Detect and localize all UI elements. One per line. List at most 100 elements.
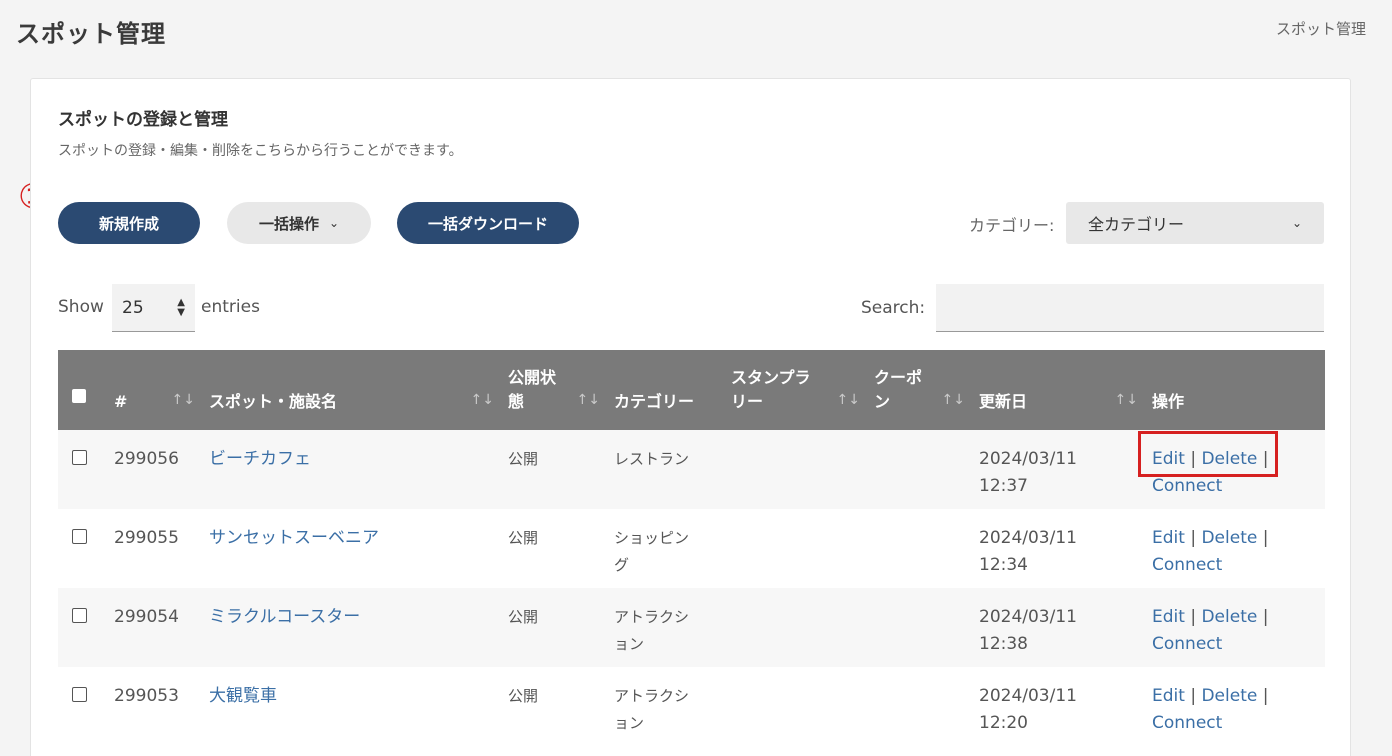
column-header-label: 更新日	[979, 392, 1028, 411]
chevron-down-icon: ⌄	[328, 216, 340, 230]
spot-name-link[interactable]: ミラクルコースター	[209, 607, 360, 627]
row-category-line: ショッピン	[614, 529, 690, 547]
column-header-status[interactable]: 公開状態 ↑↓	[508, 350, 614, 430]
row-status: 公開	[508, 687, 539, 705]
column-header-name[interactable]: スポット・施設名 ↑↓	[209, 350, 508, 430]
breadcrumb[interactable]: スポット管理	[1276, 18, 1366, 39]
category-filter-value: 全カテゴリー	[1088, 215, 1185, 234]
row-time: 12:34	[979, 555, 1028, 575]
separator: |	[1190, 528, 1197, 548]
column-header-label-line2: ン	[874, 392, 891, 411]
row-category: アトラクシ ョン	[614, 667, 731, 746]
connect-link[interactable]: Connect	[1152, 476, 1222, 496]
connect-link[interactable]: Connect	[1152, 634, 1222, 654]
row-category: アトラクシ ョン	[614, 588, 731, 667]
separator: |	[1190, 607, 1197, 627]
spot-table: # ↑↓ スポット・施設名 ↑↓ 公開状態 ↑↓ カテゴリー スタンプラリー ↑↓ クー…	[58, 350, 1325, 746]
connect-link[interactable]: Connect	[1152, 555, 1222, 575]
row-actions: Edit | Delete | Connect	[1152, 509, 1325, 588]
bulk-operation-button[interactable]: 一括操作 ⌄	[227, 202, 371, 244]
row-actions: Edit | Delete | Connect	[1152, 588, 1325, 667]
page-size-value: 25	[122, 297, 144, 318]
card-description: スポットの登録・編集・削除をこちらから行うことができます。	[58, 143, 463, 159]
row-id: 299053	[114, 686, 179, 706]
page-size-select[interactable]: 25 ▲ ▼	[112, 284, 195, 332]
bulk-download-button[interactable]: 一括ダウンロード	[397, 202, 579, 244]
row-updated: 2024/03/11 12:20	[979, 667, 1152, 746]
select-all-cell	[58, 350, 114, 430]
row-category: ショッピング	[614, 509, 731, 588]
separator: |	[1262, 607, 1269, 627]
column-header-stamp-rally[interactable]: スタンプラリー ↑↓	[731, 350, 874, 430]
sort-icon: ↑↓	[941, 392, 965, 408]
row-checkbox[interactable]	[72, 608, 87, 623]
table-header-row: # ↑↓ スポット・施設名 ↑↓ 公開状態 ↑↓ カテゴリー スタンプラリー ↑↓ クー…	[58, 350, 1325, 430]
column-header-label-line1: 公開状	[508, 368, 557, 387]
row-category-line: アトラクシ	[614, 687, 690, 705]
edit-link[interactable]: Edit	[1152, 528, 1185, 548]
edit-link[interactable]: Edit	[1152, 686, 1185, 706]
bulk-operation-label: 一括操作	[258, 214, 319, 233]
row-time: 12:20	[979, 713, 1028, 733]
sort-icon: ↑↓	[836, 392, 860, 408]
category-filter-select[interactable]: 全カテゴリー ⌄	[1066, 202, 1324, 244]
search-input[interactable]	[936, 284, 1324, 332]
column-header-category: カテゴリー	[614, 350, 731, 430]
column-header-label-line2: リー	[731, 392, 764, 411]
row-time: 12:38	[979, 634, 1028, 654]
new-spot-button[interactable]: 新規作成	[58, 202, 200, 244]
row-checkbox[interactable]	[72, 529, 87, 544]
row-id: 299054	[114, 607, 179, 627]
table-row: 299055 サンセットスーベニア 公開 ショッピング 2024/03/11 12…	[58, 509, 1325, 588]
row-category-line: ョン	[614, 635, 645, 653]
spot-management-card: スポットの登録と管理 スポットの登録・編集・削除をこちらから行うことができます。…	[30, 78, 1351, 756]
connect-link[interactable]: Connect	[1152, 713, 1222, 733]
column-header-id[interactable]: # ↑↓	[114, 350, 209, 430]
edit-link[interactable]: Edit	[1152, 607, 1185, 627]
row-category-line: アトラクシ	[614, 608, 690, 626]
delete-link[interactable]: Delete	[1201, 686, 1257, 706]
row-date: 2024/03/11	[979, 607, 1077, 627]
column-header-updated[interactable]: 更新日 ↑↓	[979, 350, 1152, 430]
sort-icon: ↑↓	[470, 392, 494, 408]
row-status: 公開	[508, 529, 539, 547]
column-header-label: 操作	[1152, 392, 1185, 411]
row-checkbox[interactable]	[72, 450, 87, 465]
spot-name-link[interactable]: ビーチカフェ	[209, 449, 311, 469]
column-header-label: カテゴリー	[614, 392, 695, 411]
column-header-coupon[interactable]: クーポン ↑↓	[874, 350, 979, 430]
separator: |	[1262, 528, 1269, 548]
row-id: 299055	[114, 528, 179, 548]
column-header-actions: 操作	[1152, 350, 1325, 430]
delete-link[interactable]: Delete	[1201, 528, 1257, 548]
row-date: 2024/03/11	[979, 449, 1077, 469]
delete-link[interactable]: Delete	[1201, 607, 1257, 627]
sort-icon: ↑↓	[171, 392, 195, 408]
chevron-down-icon: ⌄	[1291, 216, 1302, 230]
column-header-label-line1: スタンプラ	[731, 368, 811, 387]
sort-icon: ↑↓	[576, 392, 600, 408]
separator: |	[1262, 686, 1269, 706]
column-header-label-line2: 態	[508, 392, 525, 411]
table-row: 299054 ミラクルコースター 公開 アトラクシ ョン 2024/03/11 12…	[58, 588, 1325, 667]
row-time: 12:37	[979, 476, 1028, 496]
select-all-checkbox[interactable]	[72, 389, 86, 403]
row-date: 2024/03/11	[979, 686, 1077, 706]
separator: |	[1190, 686, 1197, 706]
category-filter-label: カテゴリー:	[969, 216, 1055, 235]
spot-name-link[interactable]: 大観覧車	[209, 686, 277, 706]
row-category: レストラン	[614, 430, 731, 509]
show-label: Show	[58, 297, 104, 317]
column-header-label: スポット・施設名	[209, 392, 338, 411]
column-header-label-line1: クーポ	[874, 368, 923, 387]
row-status: 公開	[508, 450, 539, 468]
row-checkbox[interactable]	[72, 687, 87, 702]
table-row: 299053 大観覧車 公開 アトラクシ ョン 2024/03/11 12:20 E…	[58, 667, 1325, 746]
actions-highlight-box	[1138, 431, 1278, 477]
table-row: 299056 ビーチカフェ 公開 レストラン 2024/03/11 12:37 E…	[58, 430, 1325, 509]
page-title: スポット管理	[16, 20, 166, 48]
row-category-line: グ	[614, 556, 630, 574]
sort-icon: ↑↓	[1114, 392, 1138, 408]
row-id: 299056	[114, 449, 179, 469]
spot-name-link[interactable]: サンセットスーベニア	[209, 528, 379, 548]
